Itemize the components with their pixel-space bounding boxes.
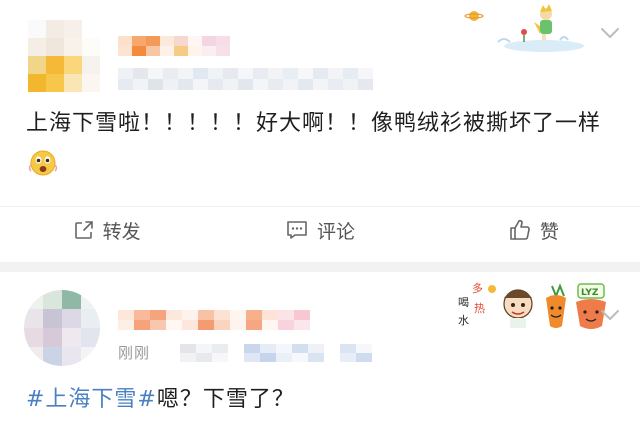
post-meta [118, 68, 388, 90]
comment-icon [287, 221, 307, 239]
like-button[interactable]: 赞 [427, 207, 640, 253]
post-card: 上海下雪啦！！！！！好大啊！！像鸭绒衫被撕坏了一样 转发 评论 赞 [0, 0, 640, 262]
username[interactable] [118, 36, 230, 56]
action-bar: 转发 评论 赞 [0, 207, 640, 253]
chevron-down-icon[interactable] [600, 26, 620, 40]
post-card: 刚刚 多 喝 热 水 LYZ #上海下雪#嗯？下雪了？ [0, 272, 640, 436]
svg-text:LYZ: LYZ [581, 288, 599, 298]
post-meta [180, 344, 380, 362]
post-body: #上海下雪#嗯？下雪了？ [26, 380, 626, 420]
little-prince-sticker-icon [464, 4, 584, 52]
drink-water-cartoon-sticker-icon: 多 喝 热 水 LYZ [458, 281, 606, 329]
svg-text:多: 多 [472, 281, 483, 295]
feed-separator [0, 262, 640, 272]
comment-label: 评论 [316, 220, 355, 243]
post-time: 刚刚 [118, 344, 151, 362]
avatar[interactable] [28, 20, 100, 92]
username[interactable] [118, 310, 310, 330]
post-body: 上海下雪啦！！！！！好大啊！！像鸭绒衫被撕坏了一样 [26, 104, 626, 184]
avatar[interactable] [24, 290, 100, 366]
repost-button[interactable]: 转发 [0, 207, 213, 253]
svg-text:热: 热 [474, 302, 485, 315]
hashtag-link[interactable]: #上海下雪# [26, 387, 157, 412]
post-text: 嗯？下雪了？ [156, 387, 295, 412]
post-text: 上海下雪啦！！！！！好大啊！！像鸭绒衫被撕坏了一样 [26, 111, 602, 136]
thumbs-up-icon [510, 219, 530, 240]
astonished-face-icon [28, 150, 58, 176]
svg-text:喝: 喝 [458, 296, 469, 309]
share-out-icon [74, 221, 93, 239]
chevron-down-icon[interactable] [600, 308, 620, 322]
svg-text:水: 水 [458, 314, 469, 327]
comment-button[interactable]: 评论 [213, 207, 426, 253]
like-label: 赞 [539, 220, 559, 243]
repost-label: 转发 [102, 220, 141, 243]
